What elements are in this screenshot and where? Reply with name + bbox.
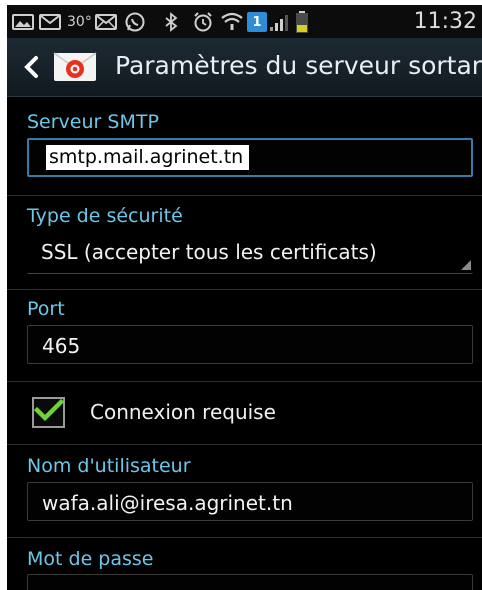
status-time: 11:32 (413, 9, 477, 34)
security-type-value: SSL (accepter tous les certificats) (41, 240, 377, 264)
bluetooth-icon (163, 12, 179, 32)
divider (7, 289, 482, 290)
smtp-label: Serveur SMTP (27, 111, 159, 133)
email-app-icon[interactable] (53, 52, 97, 82)
password-input[interactable] (27, 574, 473, 590)
back-chevron-icon[interactable] (21, 54, 43, 80)
auth-required-label: Connexion requise (90, 400, 276, 424)
port-value: 465 (42, 334, 81, 358)
password-label: Mot de passe (27, 548, 154, 570)
divider (7, 195, 482, 196)
port-input[interactable]: 465 (27, 325, 473, 364)
battery-icon (295, 11, 309, 33)
status-bar: 30° 1 11:32 (7, 5, 482, 38)
temperature-text: 30° (67, 14, 92, 30)
image-icon (12, 14, 34, 30)
auth-required-checkbox[interactable] (32, 397, 65, 428)
security-type-label: Type de sécurité (27, 205, 183, 227)
divider (7, 381, 482, 382)
page-title: Paramètres du serveur sortant (115, 51, 482, 80)
alarm-icon (191, 12, 215, 32)
email-icon-2 (95, 14, 117, 30)
phone-screen: 30° 1 11:32 Paramètres du serveur sortan… (7, 5, 482, 590)
signal-icon (269, 12, 291, 32)
email-icon (39, 14, 61, 30)
username-label: Nom d'utilisateur (27, 455, 191, 477)
username-value: wafa.ali@iresa.agrinet.tn (42, 491, 293, 515)
whatsapp-icon (123, 12, 147, 32)
security-type-dropdown[interactable]: SSL (accepter tous les certificats) (27, 234, 473, 274)
dropdown-arrow-icon (461, 260, 471, 270)
action-bar: Paramètres du serveur sortant (7, 38, 482, 97)
divider (7, 537, 482, 538)
port-label: Port (27, 298, 65, 320)
smtp-server-input[interactable]: smtp.mail.agrinet.tn (27, 138, 473, 177)
divider (7, 444, 482, 445)
wifi-icon (221, 12, 243, 32)
smtp-server-value: smtp.mail.agrinet.tn (46, 145, 250, 170)
sim-icon: 1 (247, 12, 267, 32)
username-input[interactable]: wafa.ali@iresa.agrinet.tn (27, 482, 473, 521)
